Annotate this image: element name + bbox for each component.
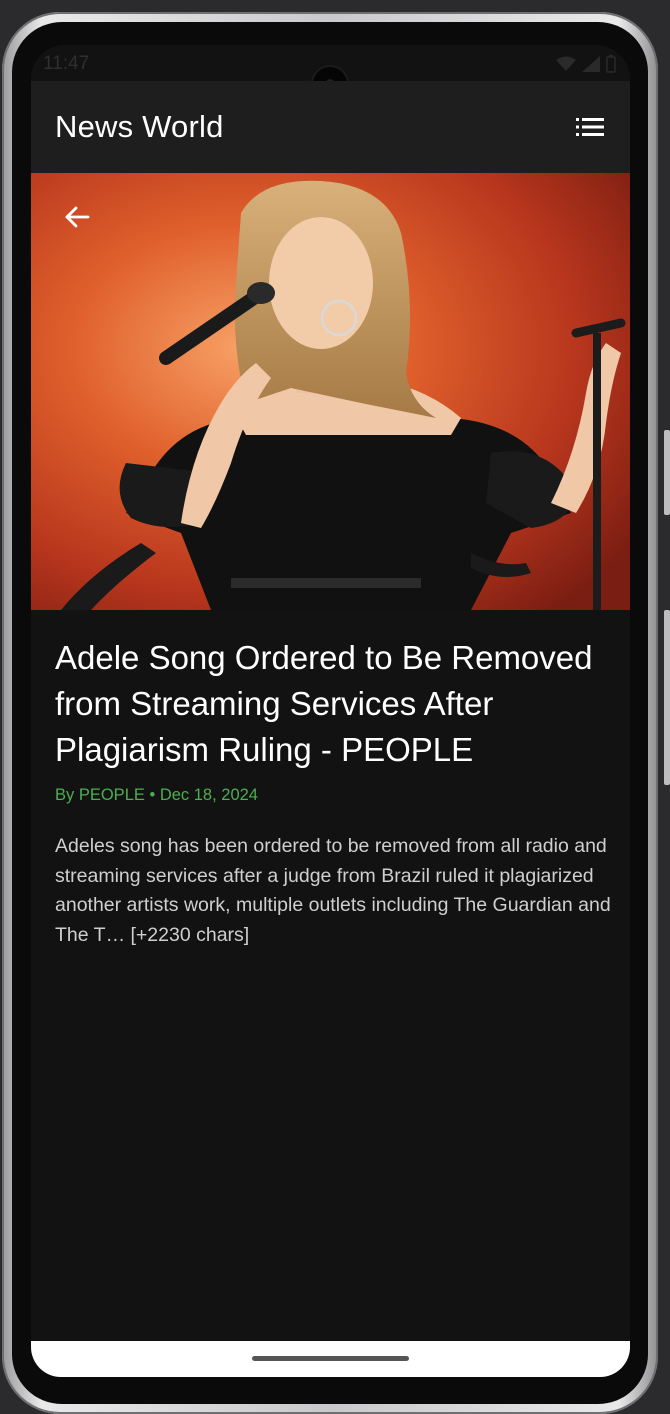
volume-button xyxy=(664,430,670,515)
system-navigation-bar xyxy=(31,1341,630,1377)
article-headline: Adele Song Ordered to Be Removed from St… xyxy=(55,639,593,768)
phone-screen: 11:47 News World Adele Song Ordered to B… xyxy=(31,45,630,1377)
list-menu-button[interactable] xyxy=(572,111,608,147)
wifi-icon xyxy=(556,56,576,78)
app-title: News World xyxy=(55,109,224,144)
power-button xyxy=(664,610,670,785)
status-icons xyxy=(556,55,616,79)
battery-icon xyxy=(606,55,616,79)
article-description: Adeles song has been ordered to be remov… xyxy=(55,835,611,946)
article-byline: By PEOPLE • Dec 18, 2024 xyxy=(55,786,258,804)
list-icon xyxy=(576,117,604,142)
article-photo-illustration xyxy=(31,173,630,610)
back-button[interactable] xyxy=(57,199,97,239)
signal-icon xyxy=(582,56,600,78)
home-indicator[interactable] xyxy=(252,1356,409,1361)
article-image xyxy=(31,173,630,610)
device-frame-background: 11:47 News World Adele Song Ordered to B… xyxy=(0,0,670,1414)
app-bar: News World xyxy=(31,81,630,173)
status-time: 11:47 xyxy=(43,53,90,74)
arrow-left-icon xyxy=(64,206,90,233)
